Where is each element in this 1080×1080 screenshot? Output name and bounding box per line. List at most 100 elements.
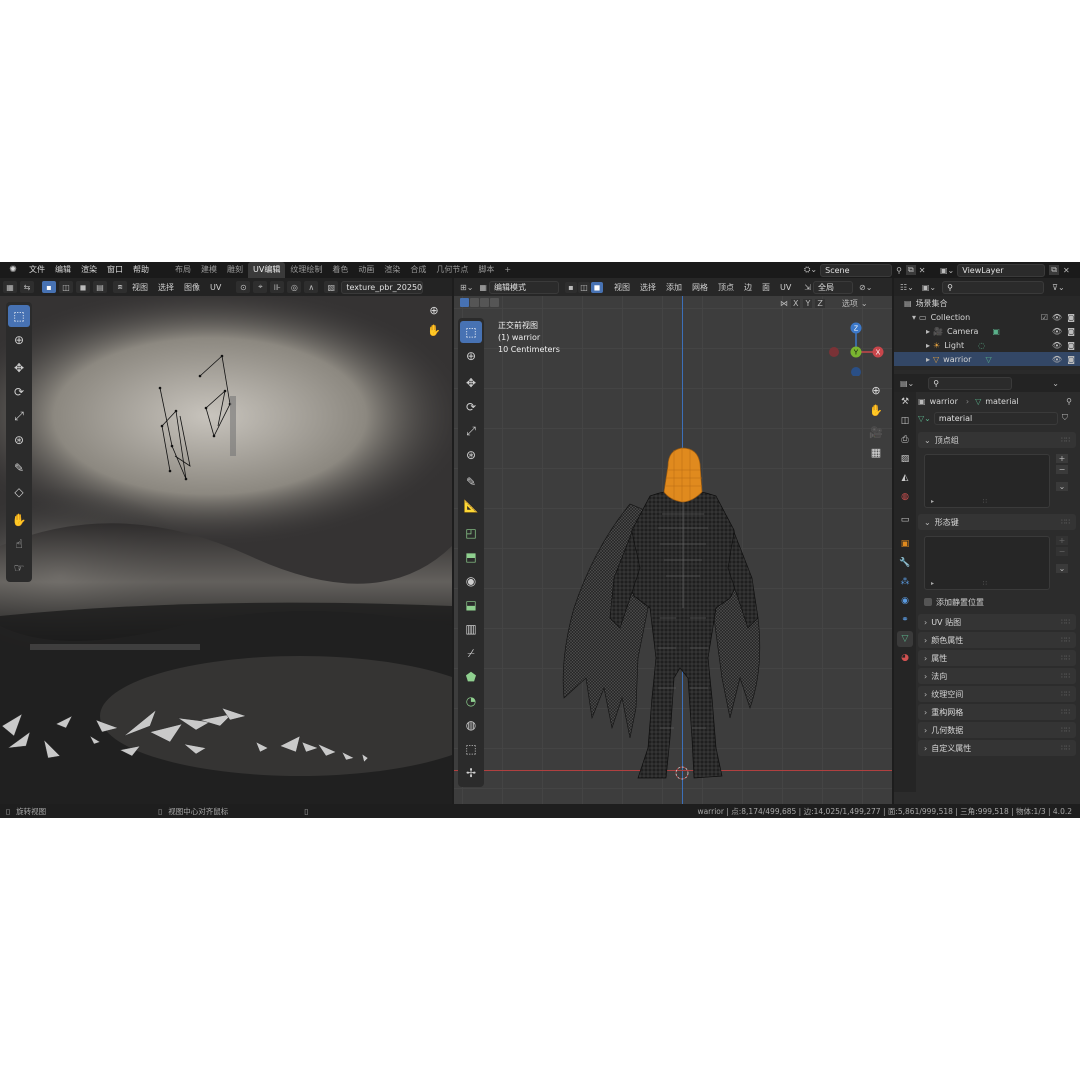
output-tab-icon[interactable]: ⎙ [897, 432, 913, 448]
vertex-groups-list[interactable]: ▸ ∷ [924, 454, 1050, 508]
visibility-eye-icon[interactable]: 👁 [1052, 313, 1062, 322]
world-tab-icon[interactable]: ◍ [897, 489, 913, 505]
proportional-edit-icon[interactable]: ◎ [287, 281, 302, 293]
mesh-name-field[interactable]: material [933, 411, 1058, 425]
scene-icon[interactable]: ⛭⌄ [804, 265, 817, 275]
view-layer-tab-icon[interactable]: ▨ [897, 451, 913, 467]
pan-hand-icon[interactable]: ✋ [426, 322, 442, 338]
add-rest-position-checkbox[interactable] [924, 598, 932, 606]
properties-search-input[interactable]: ⚲ [928, 376, 1013, 390]
uv-menu-image[interactable]: 图像 [179, 282, 205, 293]
pin-icon[interactable]: ⚲ [1066, 397, 1072, 406]
new-view-layer-icon[interactable]: ⧉ [1049, 265, 1059, 275]
expand-arrow-icon[interactable]: ▸ [926, 327, 930, 336]
outliner-search-input[interactable]: ⚲ [942, 280, 1045, 294]
expand-arrow-icon[interactable]: ▸ [926, 355, 930, 364]
relax-tool-icon[interactable]: ☝ [8, 533, 30, 555]
gizmo-neg-z-axis[interactable] [851, 367, 861, 376]
outliner-row-collection[interactable]: ▾ ▭ Collection ☑ 👁 ◙ [894, 310, 1080, 324]
tab-rendering[interactable]: 渲染 [379, 262, 405, 278]
uv-canvas[interactable]: ⬚ ⊕ ✥ ⟳ ⤢ ⊛ ✎ ◇ ✋ ☝ ☞ ⊕ ✋ [0, 296, 452, 804]
add-workspace-button[interactable]: + [499, 262, 516, 278]
scene-tab-icon[interactable]: ◭ [897, 470, 913, 486]
expand-arrow-icon[interactable]: ▸ [926, 341, 930, 350]
list-expand-icon[interactable]: ▸ [931, 498, 934, 505]
tab-texture-paint[interactable]: 纹理绘制 [285, 262, 327, 278]
close-view-layer-icon[interactable]: ✕ [1063, 266, 1070, 275]
tab-uv-editing[interactable]: UV编辑 [248, 262, 286, 278]
pivot-icon[interactable]: ⊙ [236, 281, 251, 293]
mesh-browse-icon[interactable]: ▽⌄ [918, 414, 931, 423]
sticky-mode-icon[interactable]: ⧈ [113, 281, 127, 293]
face-select-icon[interactable]: ◼ [76, 281, 90, 293]
camera-data-icon[interactable]: ▣ [992, 327, 1000, 336]
mesh-data-icon[interactable]: ▽ [985, 355, 991, 364]
shape-keys-list[interactable]: ▸ ∷ [924, 536, 1050, 590]
tab-geometry-nodes[interactable]: 几何节点 [431, 262, 473, 278]
texture-space-panel-header[interactable]: › 纹理空间 ∷∷ [918, 686, 1076, 702]
view-layer-icon[interactable]: ▣⌄ [940, 266, 954, 275]
remove-vertex-group-button[interactable]: − [1056, 465, 1068, 474]
falloff-icon[interactable]: ∧ [304, 281, 319, 293]
camera-view-icon[interactable]: 🎥 [868, 424, 884, 440]
tool-tab-icon[interactable]: ⚒ [897, 394, 913, 410]
view-layer-field[interactable]: ViewLayer [957, 263, 1046, 277]
list-expand-icon[interactable]: ▸ [931, 580, 934, 587]
render-camera-icon[interactable]: ◙ [1067, 327, 1075, 336]
visibility-eye-icon[interactable]: 👁 [1052, 355, 1062, 364]
menu-file[interactable]: 文件 [24, 262, 50, 278]
drag-handle-icon[interactable]: ∷∷ [1061, 708, 1070, 716]
shape-keys-panel-header[interactable]: ⌄ 形态键 ∷∷ [918, 514, 1076, 530]
cursor-tool-icon[interactable]: ⊕ [8, 329, 30, 351]
tab-animation[interactable]: 动画 [353, 262, 379, 278]
list-resize-icon[interactable]: ∷ [983, 498, 987, 505]
tab-shading[interactable]: 着色 [327, 262, 353, 278]
filter-icon[interactable]: ⊽⌄ [1052, 283, 1065, 292]
zoom-icon[interactable]: ⊕ [426, 302, 442, 318]
tab-sculpting[interactable]: 雕刻 [222, 262, 248, 278]
new-scene-icon[interactable]: ⧉ [905, 265, 916, 275]
properties-type-icon[interactable]: ▤⌄ [900, 379, 914, 388]
custom-properties-panel-header[interactable]: › 自定义属性 ∷∷ [918, 740, 1076, 756]
select-box-tool-icon[interactable]: ⬚ [8, 305, 30, 327]
properties-options-icon[interactable]: ⌄ [1052, 379, 1059, 388]
remove-shape-key-button[interactable]: − [1056, 547, 1068, 556]
blender-logo-icon[interactable]: ✺ [6, 264, 20, 276]
shape-key-menu-button[interactable]: ⌄ [1056, 564, 1068, 573]
vertex-select-icon[interactable]: ▪ [42, 281, 56, 293]
vertex-group-menu-button[interactable]: ⌄ [1056, 482, 1068, 491]
drag-handle-icon[interactable]: ∷∷ [1061, 726, 1070, 734]
outliner-row-warrior[interactable]: ▸ ▽ warrior ▽ 👁 ◙ [894, 352, 1080, 366]
scene-name-field[interactable]: Scene [820, 263, 893, 277]
annotate-tool-icon[interactable]: ✎ [8, 457, 30, 479]
image-name-field[interactable]: texture_pbr_20250 [341, 280, 424, 294]
mesh-data-tab-icon[interactable]: ▽ [897, 630, 913, 647]
editor-type-icon[interactable]: ▦ [3, 281, 17, 293]
geometry-data-panel-header[interactable]: › 几何数据 ∷∷ [918, 722, 1076, 738]
collection-tab-icon[interactable]: ▭ [897, 512, 913, 528]
pin-icon[interactable]: ⚲ [896, 266, 902, 275]
menu-edit[interactable]: 编辑 [50, 262, 76, 278]
render-camera-icon[interactable]: ◙ [1067, 355, 1075, 364]
expand-arrow-icon[interactable]: ▾ [912, 313, 916, 322]
outliner-row-scene-collection[interactable]: ▤ 场景集合 [894, 296, 1080, 310]
add-shape-key-button[interactable]: + [1056, 536, 1068, 545]
visibility-eye-icon[interactable]: 👁 [1052, 327, 1062, 336]
list-resize-icon[interactable]: ∷ [983, 580, 987, 587]
particles-tab-icon[interactable]: ⁂ [897, 574, 913, 590]
uv-maps-panel-header[interactable]: › UV 贴图 ∷∷ [918, 614, 1076, 630]
gizmo-neg-x-axis[interactable] [829, 347, 839, 357]
tab-scripting[interactable]: 脚本 [473, 262, 499, 278]
uv-menu-select[interactable]: 选择 [153, 282, 179, 293]
drag-handle-icon[interactable]: ∷∷ [1061, 618, 1070, 626]
pan-hand-icon[interactable]: ✋ [868, 402, 884, 418]
uv-menu-uv[interactable]: UV [205, 283, 226, 292]
zoom-icon[interactable]: ⊕ [868, 382, 884, 398]
navigation-gizmo[interactable]: Z X Y [824, 316, 884, 376]
rip-tool-icon[interactable]: ◇ [8, 481, 30, 503]
menu-help[interactable]: 帮助 [128, 262, 154, 278]
island-select-icon[interactable]: ▤ [93, 281, 107, 293]
remesh-panel-header[interactable]: › 重构网格 ∷∷ [918, 704, 1076, 720]
color-attributes-panel-header[interactable]: › 颜色属性 ∷∷ [918, 632, 1076, 648]
rotate-tool-icon[interactable]: ⟳ [8, 381, 30, 403]
